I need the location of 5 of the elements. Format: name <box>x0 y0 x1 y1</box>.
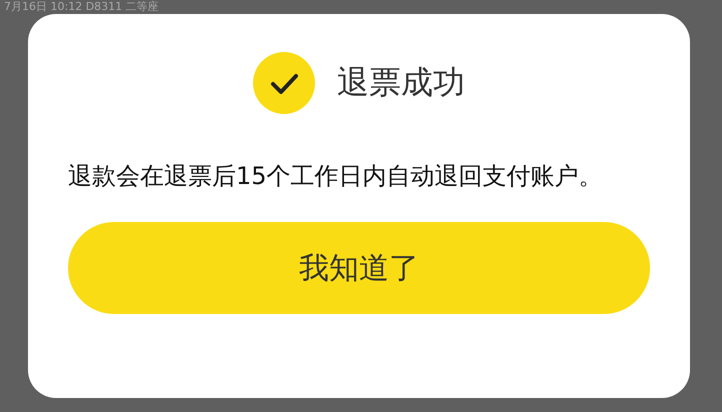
trip-info-text: 7月16日 10:12 D8311 二等座 <box>3 0 160 14</box>
check-icon <box>253 52 315 114</box>
dialog-title: 退票成功 <box>337 62 465 103</box>
confirm-button[interactable]: 我知道了 <box>68 222 650 314</box>
dialog-message: 退款会在退票后15个工作日内自动退回支付账户。 <box>68 161 604 192</box>
